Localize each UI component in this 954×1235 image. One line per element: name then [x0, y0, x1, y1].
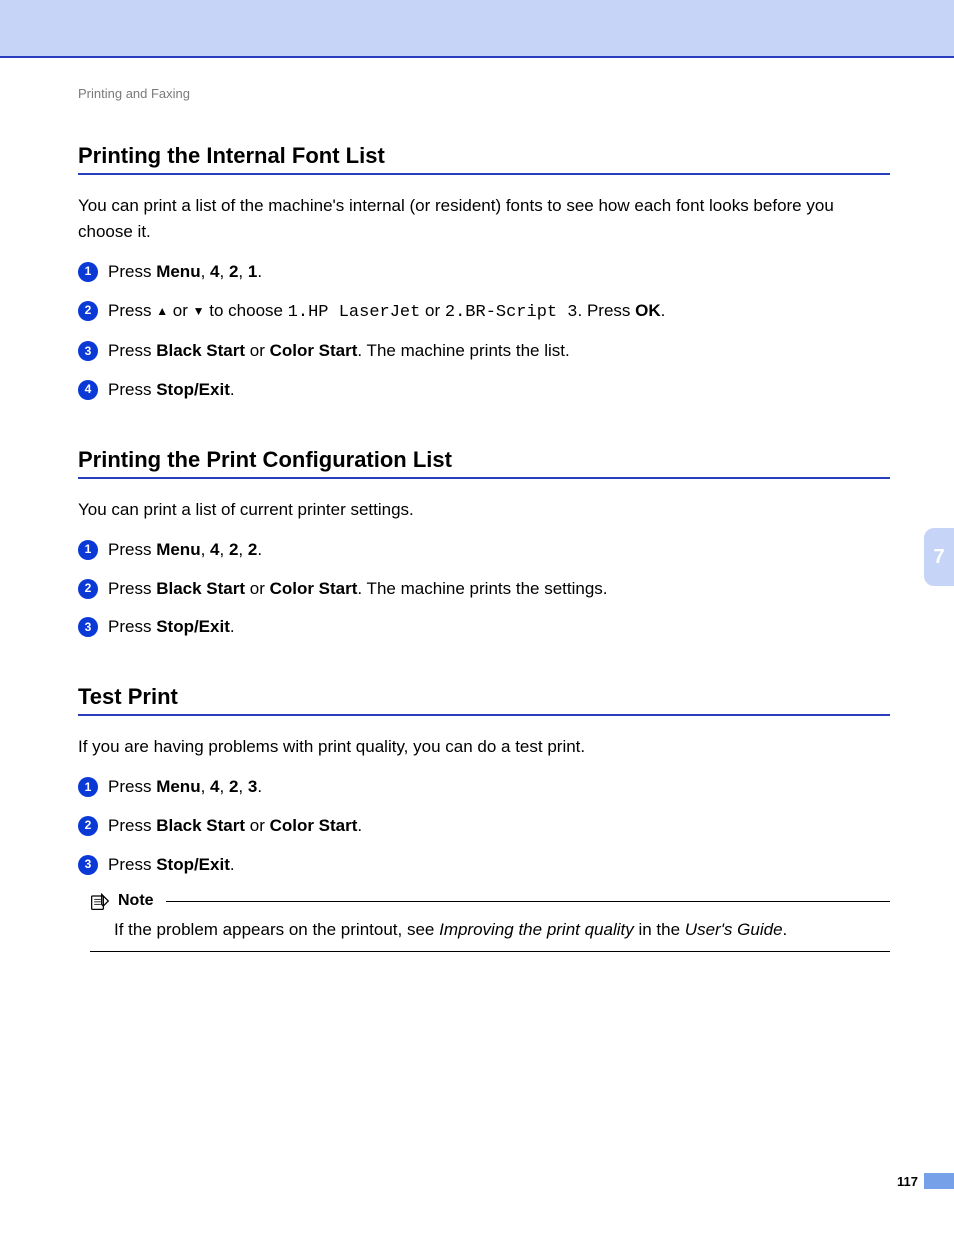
step-text: Press Black Start or Color Start. The ma… [108, 577, 608, 602]
step-item: 3 Press Stop/Exit. [78, 853, 890, 878]
doc-section: Printing the Print Configuration List You… [78, 447, 890, 640]
note-header: Note [90, 891, 890, 911]
step-text: Press Menu, 4, 2, 2. [108, 538, 262, 563]
step-number-icon: 1 [78, 777, 98, 797]
section-intro: You can print a list of the machine's in… [78, 193, 890, 244]
step-list: 1 Press Menu, 4, 2, 2. 2 Press Black Start … [78, 538, 890, 640]
top-banner [0, 0, 954, 56]
step-number-icon: 2 [78, 579, 98, 599]
page-content: Printing and Faxing Printing the Interna… [0, 58, 954, 952]
note-block: NoteIf the problem appears on the printo… [90, 891, 890, 952]
page-number: 117 [897, 1174, 918, 1189]
step-number-icon: 3 [78, 855, 98, 875]
step-list: 1 Press Menu, 4, 2, 1. 2 Press ▲ or ▼ to ch… [78, 260, 890, 403]
breadcrumb: Printing and Faxing [78, 86, 890, 101]
step-item: 2 Press Black Start or Color Start. [78, 814, 890, 839]
step-number-icon: 1 [78, 540, 98, 560]
section-intro: You can print a list of current printer … [78, 497, 890, 523]
step-item: 1 Press Menu, 4, 2, 2. [78, 538, 890, 563]
step-item: 1 Press Menu, 4, 2, 3. [78, 775, 890, 800]
section-heading: Printing the Internal Font List [78, 143, 890, 175]
note-body: If the problem appears on the printout, … [90, 911, 890, 952]
step-text: Press Menu, 4, 2, 1. [108, 260, 262, 285]
step-number-icon: 3 [78, 617, 98, 637]
step-item: 2 Press Black Start or Color Start. The m… [78, 577, 890, 602]
doc-section: Test Print If you are having problems wit… [78, 684, 890, 952]
section-heading: Test Print [78, 684, 890, 716]
step-number-icon: 2 [78, 816, 98, 836]
step-number-icon: 1 [78, 262, 98, 282]
step-text: Press Stop/Exit. [108, 615, 235, 640]
step-text: Press Stop/Exit. [108, 378, 235, 403]
page-footer: 117 [897, 1173, 954, 1189]
doc-section: Printing the Internal Font List You can p… [78, 143, 890, 403]
step-text: Press Black Start or Color Start. [108, 814, 362, 839]
step-number-icon: 4 [78, 380, 98, 400]
step-text: Press Menu, 4, 2, 3. [108, 775, 262, 800]
step-item: 1 Press Menu, 4, 2, 1. [78, 260, 890, 285]
step-number-icon: 2 [78, 301, 98, 321]
step-text: Press Black Start or Color Start. The ma… [108, 339, 570, 364]
step-item: 4 Press Stop/Exit. [78, 378, 890, 403]
step-text: Press ▲ or ▼ to choose 1.HP LaserJet or … [108, 299, 665, 326]
section-intro: If you are having problems with print qu… [78, 734, 890, 760]
footer-accent-bar [924, 1173, 954, 1189]
section-heading: Printing the Print Configuration List [78, 447, 890, 479]
step-item: 3 Press Stop/Exit. [78, 615, 890, 640]
note-label: Note [118, 892, 154, 910]
step-list: 1 Press Menu, 4, 2, 3. 2 Press Black Start … [78, 775, 890, 877]
note-pencil-icon [90, 891, 110, 911]
step-item: 3 Press Black Start or Color Start. The m… [78, 339, 890, 364]
note-rule [166, 901, 890, 902]
step-number-icon: 3 [78, 341, 98, 361]
step-text: Press Stop/Exit. [108, 853, 235, 878]
step-item: 2 Press ▲ or ▼ to choose 1.HP LaserJet or… [78, 299, 890, 326]
